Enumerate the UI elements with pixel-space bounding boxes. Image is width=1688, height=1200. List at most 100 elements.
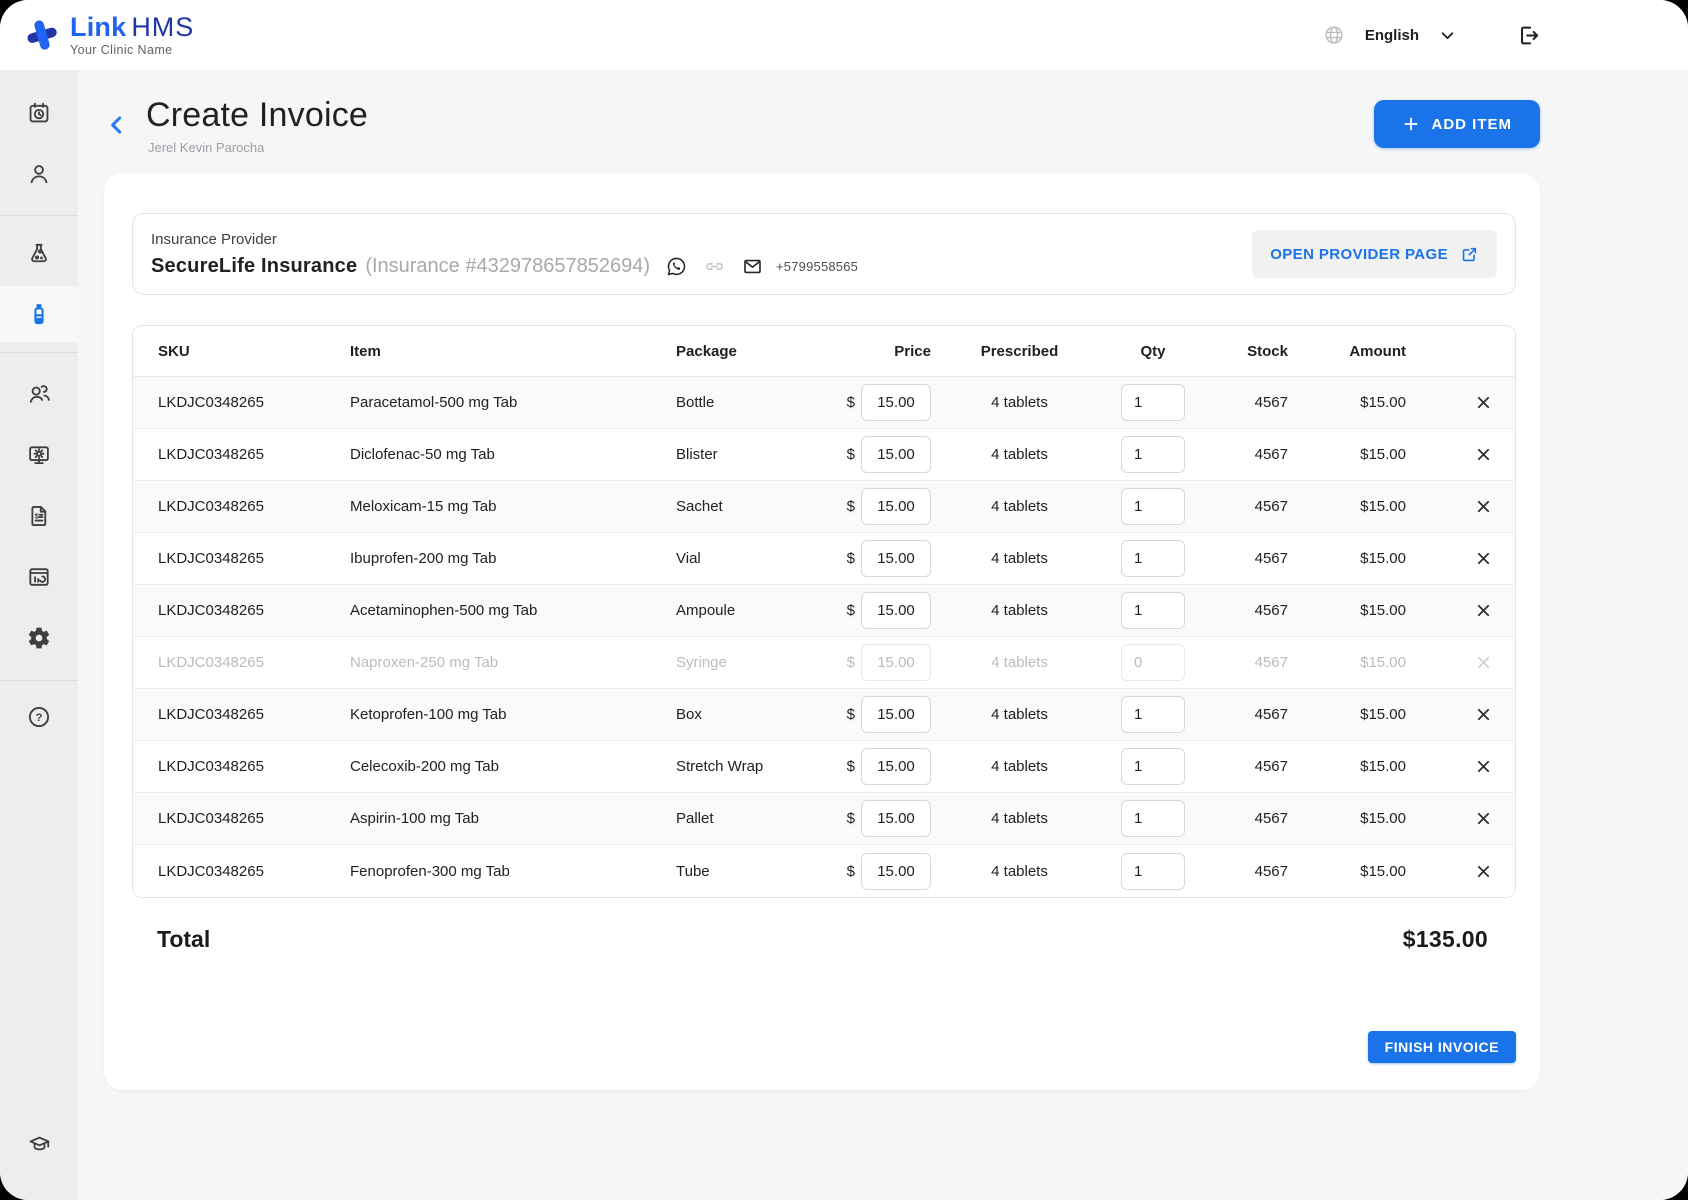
page-title: Create Invoice — [146, 96, 368, 135]
remove-row-icon[interactable] — [1474, 862, 1493, 881]
remove-row-icon[interactable] — [1474, 393, 1493, 412]
help-icon: ? — [26, 704, 52, 730]
row-qty-cell — [1108, 384, 1198, 421]
row-price-cell: $ — [833, 800, 931, 837]
price-input[interactable] — [861, 644, 931, 681]
row-package: Bottle — [676, 394, 833, 411]
row-sku: LKDJC0348265 — [133, 654, 350, 671]
currency-symbol: $ — [847, 706, 855, 723]
sidebar-item-appointments[interactable] — [0, 84, 78, 142]
sidebar-item-workstation[interactable] — [0, 426, 78, 484]
calendar-clock-icon — [26, 100, 52, 126]
remove-row-icon[interactable] — [1474, 497, 1493, 516]
row-package: Blister — [676, 446, 833, 463]
row-stock: 4567 — [1198, 706, 1288, 723]
language-selector[interactable]: English — [1323, 24, 1458, 46]
price-input[interactable] — [861, 592, 931, 629]
sidebar-divider — [0, 215, 78, 216]
remove-row-icon[interactable] — [1474, 653, 1493, 672]
price-input[interactable] — [861, 800, 931, 837]
qty-input[interactable] — [1121, 853, 1185, 890]
back-button[interactable] — [104, 112, 130, 138]
sidebar-item-settings[interactable] — [0, 609, 78, 667]
brand-name-primary: Link — [70, 14, 126, 41]
column-header-stock: Stock — [1198, 343, 1288, 360]
qty-input[interactable] — [1121, 696, 1185, 733]
row-amount: $15.00 — [1288, 863, 1406, 880]
sidebar-item-patients[interactable] — [0, 145, 78, 203]
mail-icon[interactable] — [741, 255, 764, 278]
table-row: LKDJC0348265 Naproxen-250 mg Tab Syringe… — [133, 637, 1515, 689]
qty-input[interactable] — [1121, 748, 1185, 785]
row-amount: $15.00 — [1288, 602, 1406, 619]
column-header-qty: Qty — [1108, 343, 1198, 360]
remove-row-icon[interactable] — [1474, 809, 1493, 828]
price-input[interactable] — [861, 696, 931, 733]
add-item-button[interactable]: ADD ITEM — [1374, 100, 1541, 148]
row-amount: $15.00 — [1288, 446, 1406, 463]
row-sku: LKDJC0348265 — [133, 863, 350, 880]
qty-input[interactable] — [1121, 644, 1185, 681]
remove-row-icon[interactable] — [1474, 445, 1493, 464]
row-remove-cell — [1406, 809, 1515, 828]
currency-symbol: $ — [847, 550, 855, 567]
price-input[interactable] — [861, 540, 931, 577]
language-label: English — [1365, 27, 1419, 44]
row-amount: $15.00 — [1288, 758, 1406, 775]
price-input[interactable] — [861, 436, 931, 473]
row-remove-cell — [1406, 497, 1515, 516]
medical-cross-icon — [22, 14, 62, 56]
row-price-cell: $ — [833, 696, 931, 733]
sidebar-item-education[interactable] — [0, 1115, 78, 1173]
open-provider-page-button[interactable]: OPEN PROVIDER PAGE — [1252, 230, 1497, 278]
top-bar: Link HMS Your Clinic Name English — [0, 0, 1688, 70]
whatsapp-icon[interactable] — [665, 255, 688, 278]
sidebar-item-reports[interactable] — [0, 548, 78, 606]
row-remove-cell — [1406, 549, 1515, 568]
row-price-cell: $ — [833, 644, 931, 681]
table-row: LKDJC0348265 Fenoprofen-300 mg Tab Tube … — [133, 845, 1515, 897]
sidebar-item-help[interactable]: ? — [0, 688, 78, 746]
remove-row-icon[interactable] — [1474, 757, 1493, 776]
graduation-cap-icon — [27, 1132, 52, 1157]
row-price-cell: $ — [833, 748, 931, 785]
column-header-package: Package — [676, 343, 833, 360]
sidebar-item-staff[interactable] — [0, 365, 78, 423]
price-input[interactable] — [861, 748, 931, 785]
row-item-name: Ibuprofen-200 mg Tab — [350, 550, 676, 567]
qty-input[interactable] — [1121, 488, 1185, 525]
table-row: LKDJC0348265 Ibuprofen-200 mg Tab Vial $… — [133, 533, 1515, 585]
remove-row-icon[interactable] — [1474, 601, 1493, 620]
qty-input[interactable] — [1121, 384, 1185, 421]
sidebar-item-laboratory[interactable] — [0, 224, 78, 282]
remove-row-icon[interactable] — [1474, 705, 1493, 724]
qty-input[interactable] — [1121, 800, 1185, 837]
price-input[interactable] — [861, 853, 931, 890]
row-sku: LKDJC0348265 — [133, 446, 350, 463]
row-package: Tube — [676, 863, 833, 880]
row-amount: $15.00 — [1288, 498, 1406, 515]
row-stock: 4567 — [1198, 810, 1288, 827]
row-package: Stretch Wrap — [676, 758, 833, 775]
row-stock: 4567 — [1198, 863, 1288, 880]
link-icon[interactable] — [703, 255, 726, 278]
row-qty-cell — [1108, 853, 1198, 890]
back-chevron-icon — [104, 112, 130, 138]
row-sku: LKDJC0348265 — [133, 394, 350, 411]
price-input[interactable] — [861, 384, 931, 421]
provider-phone: +5799558565 — [776, 259, 858, 274]
row-sku: LKDJC0348265 — [133, 550, 350, 567]
finish-invoice-button[interactable]: FINISH INVOICE — [1368, 1031, 1516, 1063]
qty-input[interactable] — [1121, 540, 1185, 577]
sidebar-divider — [0, 352, 78, 353]
qty-input[interactable] — [1121, 436, 1185, 473]
sidebar-item-pharmacy[interactable] — [0, 286, 78, 342]
qty-input[interactable] — [1121, 592, 1185, 629]
price-input[interactable] — [861, 488, 931, 525]
remove-row-icon[interactable] — [1474, 549, 1493, 568]
row-item-name: Acetaminophen-500 mg Tab — [350, 602, 676, 619]
svg-text:$: $ — [35, 511, 40, 520]
sidebar-item-billing[interactable]: $ — [0, 487, 78, 545]
row-prescribed: 4 tablets — [931, 602, 1108, 619]
logout-button[interactable] — [1516, 23, 1541, 48]
